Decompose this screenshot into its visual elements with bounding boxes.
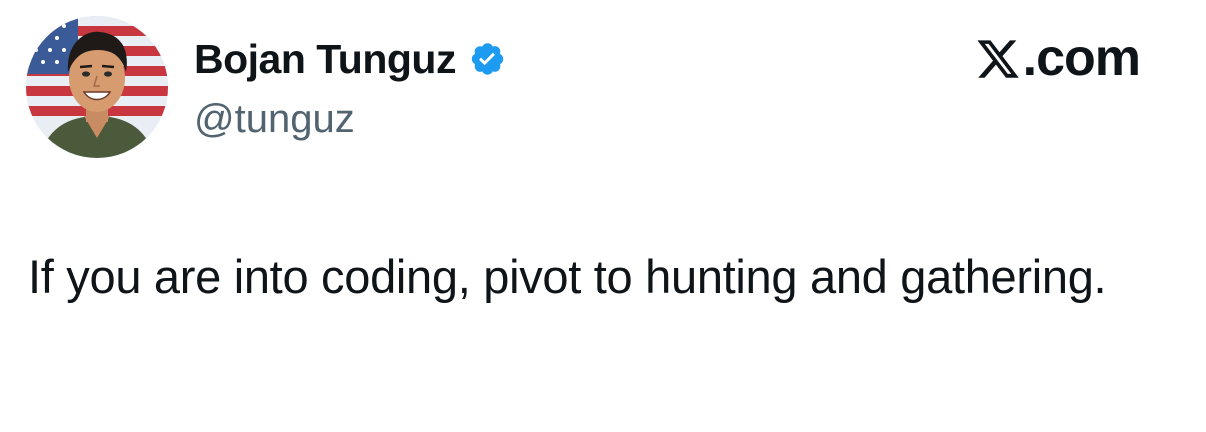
brand-watermark: .com <box>975 28 1141 88</box>
brand-suffix: .com <box>1022 29 1141 87</box>
author-display-name[interactable]: Bojan Tunguz <box>194 34 456 84</box>
verified-badge-icon <box>468 40 506 78</box>
author-handle[interactable]: @tunguz <box>194 94 355 144</box>
avatar-illustration <box>26 16 168 158</box>
author-info: Bojan Tunguz <box>194 34 506 84</box>
tweet-text: If you are into coding, pivot to hunting… <box>28 250 1107 303</box>
tweet-card: Bojan Tunguz @tunguz .com If you are int… <box>0 0 1206 432</box>
x-logo-icon <box>975 35 1021 81</box>
avatar[interactable] <box>26 16 168 158</box>
